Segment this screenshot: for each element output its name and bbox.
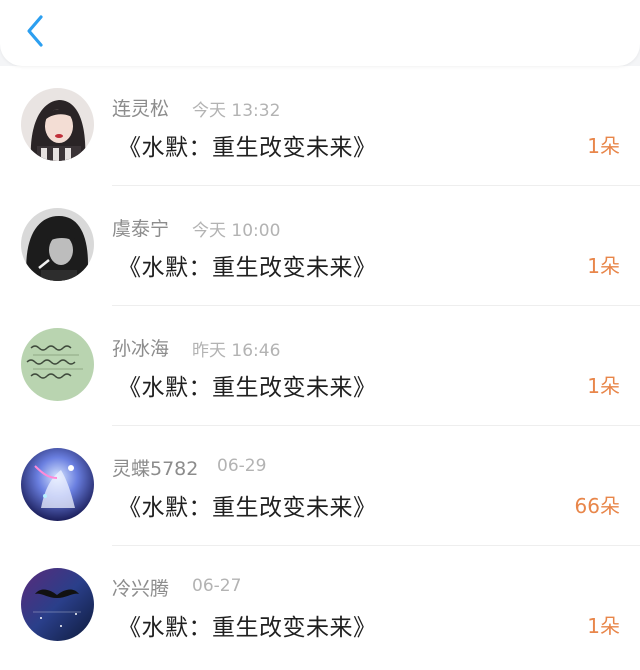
list-item[interactable]: 连灵松 今天 13:32 《水默：重生改变未来》 1朵 (0, 66, 640, 186)
book-title: 《水默：重生改变未来》 (118, 615, 377, 641)
timestamp: 今天 13:32 (192, 101, 281, 121)
avatar[interactable] (21, 208, 94, 281)
sender-name: 灵蝶5782 (112, 458, 199, 480)
list-item[interactable]: 虞泰宁 今天 10:00 《水默：重生改变未来》 1朵 (0, 186, 640, 306)
flower-count: 66朵 (574, 494, 620, 518)
gift-record-list: 连灵松 今天 13:32 《水默：重生改变未来》 1朵 虞泰宁 今天 10:00… (0, 66, 640, 670)
avatar[interactable] (21, 568, 94, 641)
flower-count: 1朵 (587, 254, 620, 278)
sender-name: 孙冰海 (112, 338, 170, 360)
timestamp: 06-29 (217, 456, 267, 476)
avatar[interactable] (21, 448, 94, 521)
top-bar (0, 0, 640, 66)
book-title: 《水默：重生改变未来》 (118, 495, 377, 521)
list-item[interactable]: 灵蝶5782 06-29 《水默：重生改变未来》 66朵 (0, 426, 640, 546)
timestamp: 06-27 (192, 576, 242, 596)
avatar[interactable] (21, 88, 94, 161)
book-title: 《水默：重生改变未来》 (118, 135, 377, 161)
list-item[interactable]: 冷兴腾 06-27 《水默：重生改变未来》 1朵 (0, 546, 640, 666)
back-button[interactable] (18, 12, 52, 50)
timestamp: 昨天 16:46 (192, 341, 281, 361)
book-title: 《水默：重生改变未来》 (118, 255, 377, 281)
flower-count: 1朵 (587, 614, 620, 638)
flower-count: 1朵 (587, 134, 620, 158)
timestamp: 今天 10:00 (192, 221, 281, 241)
sender-name: 虞泰宁 (112, 218, 170, 240)
sender-name: 冷兴腾 (112, 578, 170, 600)
chevron-left-icon (27, 15, 43, 47)
book-title: 《水默：重生改变未来》 (118, 375, 377, 401)
sender-name: 连灵松 (112, 98, 170, 120)
flower-count: 1朵 (587, 374, 620, 398)
list-item[interactable]: 孙冰海 昨天 16:46 《水默：重生改变未来》 1朵 (0, 306, 640, 426)
avatar[interactable] (21, 328, 94, 401)
